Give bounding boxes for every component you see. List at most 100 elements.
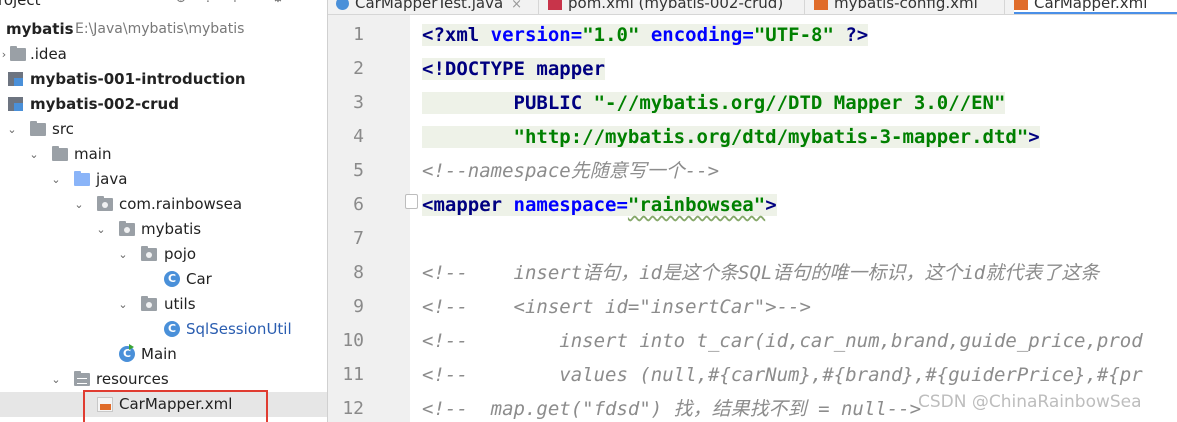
token: = [570,24,583,46]
tree-item-idea[interactable]: › .idea [0,42,327,67]
collapse-all-icon[interactable]: ≑ [201,0,215,6]
chevron-down-icon[interactable]: ⌄ [117,292,129,317]
line-number: 11 [342,364,364,385]
tree-item-class-car[interactable]: C Car [0,267,327,292]
tab-mybatis-config-xml[interactable]: mybatis-config.xml [814,0,1004,13]
class-icon: C [164,271,180,287]
token: = [742,24,754,46]
gear-icon[interactable]: ⚙ [271,0,285,6]
tree-item-label: Car [186,270,212,288]
token: <!--namespace先随意写一个--> [422,160,720,182]
expand-all-icon[interactable]: ⇞ [228,0,242,6]
token: = [616,194,628,216]
token: version [490,24,571,46]
tab-label: mybatis-config.xml [834,0,978,12]
code-line-9[interactable]: <!-- <insert id="insertCar">--> [422,290,811,324]
minimize-icon[interactable]: — [298,0,312,6]
code-line-5[interactable]: <!--namespace先随意写一个--> [422,154,719,188]
token: "rainbowsea" [627,194,766,216]
tree-item-class-main[interactable]: C Main [0,342,327,367]
code-line-8[interactable]: <!-- insert语句，id是这个条SQL语句的唯一标识，这个id就代表了这… [422,256,1099,290]
tree-item-package-pojo[interactable]: ⌄ pojo [0,242,327,267]
project-panel-title: roject [0,0,41,9]
tree-item-package-utils[interactable]: ⌄ utils [0,292,327,317]
token: PUBLIC [422,92,594,114]
chevron-down-icon[interactable]: ⌄ [6,117,18,142]
line-number: 8 [353,262,364,283]
tree-item-package-mybatis[interactable]: ⌄ mybatis [0,217,327,242]
resources-folder-icon [74,371,90,386]
fold-marker-icon[interactable] [405,194,418,209]
code-line-10[interactable]: <!-- insert into t_car(id,car_num,brand,… [422,324,1143,358]
tree-item-module-001[interactable]: mybatis-001-introduction [0,67,327,92]
token: <!-- insert into t_car(id,car_num,brand,… [422,330,1143,352]
token: <!DOCTYPE [422,58,537,80]
source-folder-icon [74,171,90,186]
tree-item-src[interactable]: ⌄ src [0,117,327,142]
watermark: CSDN @ChinaRainbowSea [918,392,1142,412]
tree-item-resources[interactable]: ⌄ resources [0,367,327,392]
chevron-down-icon[interactable]: ⌄ [73,192,85,217]
code-editor: CarMapperTest.java × pom.xml (mybatis-002… [328,0,1177,422]
tree-item-class-sqlsessionutil[interactable]: C SqlSessionUtil [0,317,327,342]
code-line-1[interactable]: <?xml version="1.0" encoding="UTF-8" ?> [422,18,869,52]
package-icon [141,246,157,261]
module-icon [8,72,23,86]
tab-divider [1004,0,1005,14]
annotation-highlight-box [83,390,268,422]
code-line-11[interactable]: <!-- values (null,#{carNum},#{brand},#{g… [422,358,1143,392]
line-number-gutter: 1 2 3 4 5 6 7 8 9 10 11 12 [328,15,410,422]
code-line-3[interactable]: PUBLIC "-//mybatis.org//DTD Mapper 3.0//… [422,86,1006,120]
tab-carmappertest-java[interactable]: CarMapperTest.java × [336,0,536,13]
token: > [765,194,777,216]
tree-item-label: src [52,120,74,138]
token: <!-- <insert id="insertCar">--> [422,296,811,318]
line-number: 10 [342,330,364,351]
token: <!-- map.get("fdsd") 找，结果找不到 = null--> [422,398,922,420]
token: "1.0" [582,24,640,46]
locate-icon[interactable]: ⊕ [174,0,188,6]
close-icon[interactable]: × [511,0,522,12]
token: <mapper [422,194,514,216]
line-number: 5 [353,160,364,181]
token: encoding [650,24,743,46]
tree-item-module-002[interactable]: mybatis-002-crud [0,92,327,117]
chevron-down-icon[interactable]: ⌄ [50,167,62,192]
code-line-4[interactable]: "http://mybatis.org/dtd/mybatis-3-mapper… [422,120,1040,154]
tree-root-mybatis[interactable]: mybatis E:\Java\mybatis\mybatis [0,17,327,42]
java-class-icon [336,0,349,10]
tree-item-java[interactable]: ⌄ java [0,167,327,192]
token: "http://mybatis.org/dtd/mybatis-3-mapper… [513,126,1029,148]
tab-pom-xml[interactable]: pom.xml (mybatis-002-crud) [548,0,803,13]
folder-icon [52,146,68,161]
line-number: 2 [353,58,364,79]
chevron-down-icon[interactable]: ⌄ [28,142,40,167]
editor-tab-bar: CarMapperTest.java × pom.xml (mybatis-002… [328,0,1177,15]
token: namespace [513,194,617,216]
tree-item-label: utils [164,295,196,313]
chevron-down-icon[interactable]: ⌄ [95,217,107,242]
code-line-2[interactable]: <!DOCTYPE mapper [422,52,606,86]
tree-item-label: .idea [30,45,67,63]
tree-item-main[interactable]: ⌄ main [0,142,327,167]
line-number: 3 [353,92,364,113]
tab-label: pom.xml (mybatis-002-crud) [568,0,784,12]
tree-item-package-com-rainbowsea[interactable]: ⌄ com.rainbowsea [0,192,327,217]
tree-item-label: com.rainbowsea [119,195,243,213]
tab-divider [804,0,805,14]
package-icon [141,296,157,311]
package-icon [119,221,135,236]
tab-label: CarMapperTest.java [355,0,504,12]
chevron-down-icon[interactable]: ⌄ [117,242,129,267]
tree-item-label: resources [96,370,169,388]
chevron-down-icon[interactable]: ⌄ [50,367,62,392]
chevron-right-icon[interactable]: › [0,42,10,67]
package-icon [97,196,113,211]
xml-file-icon [1014,0,1028,10]
project-panel-header: roject ⊕ ≑ ⇞ ⚙ — [0,0,327,12]
xml-file-icon [814,0,828,10]
code-line-6[interactable]: <mapper namespace="rainbowsea"> [422,188,777,222]
tab-carmapper-xml[interactable]: CarMapper.xml [1014,0,1177,14]
code-line-12[interactable]: <!-- map.get("fdsd") 找，结果找不到 = null--> [422,392,921,422]
